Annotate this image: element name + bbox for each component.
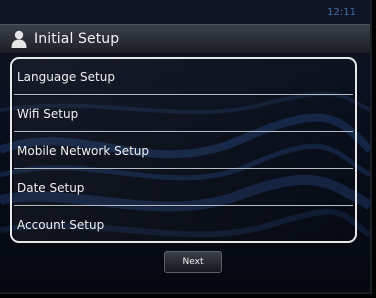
menu-item-language-setup[interactable]: Language Setup <box>14 59 353 95</box>
screen: 12:11 Initial Setup Language Setup Wifi … <box>0 0 376 298</box>
menu-item-wifi-setup[interactable]: Wifi Setup <box>14 96 353 132</box>
page-title: Initial Setup <box>34 31 120 47</box>
menu-item-label: Mobile Network Setup <box>17 143 150 158</box>
menu-item-mobile-network-setup[interactable]: Mobile Network Setup <box>14 133 353 169</box>
menu-item-label: Date Setup <box>17 180 85 195</box>
title-bar: Initial Setup <box>0 24 370 54</box>
setup-menu: Language Setup Wifi Setup Mobile Network… <box>10 57 357 243</box>
app-frame: 12:11 Initial Setup Language Setup Wifi … <box>0 0 372 294</box>
next-button[interactable]: Next <box>164 251 222 273</box>
menu-item-label: Account Setup <box>17 218 105 232</box>
menu-item-label: Wifi Setup <box>17 106 79 121</box>
menu-item-date-setup[interactable]: Date Setup <box>14 170 353 206</box>
status-clock: 12:11 <box>327 7 356 18</box>
menu-item-label: Language Setup <box>17 69 115 84</box>
user-icon <box>11 30 27 48</box>
menu-item-account-setup[interactable]: Account Setup <box>14 207 353 241</box>
